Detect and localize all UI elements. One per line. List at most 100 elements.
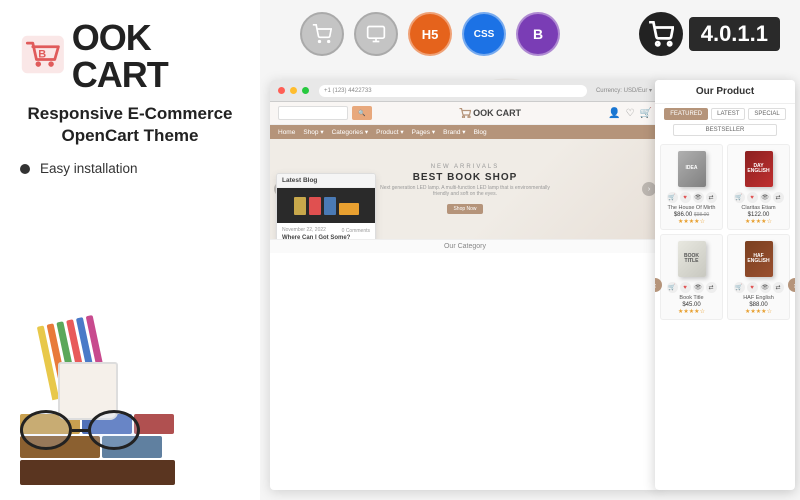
wishlist-icon-2[interactable]: ♥ xyxy=(747,192,758,203)
book-cover-3: BOOK TITLE xyxy=(678,241,706,277)
nav-pages[interactable]: Pages xyxy=(412,128,436,136)
product-actions-3: 🛒 ♥ 👁 ⇄ xyxy=(665,282,718,293)
product-panel: ‹ Our Product FEATURED LATEST SPECIAL BE… xyxy=(655,80,795,490)
nav-shop[interactable]: Shop xyxy=(303,128,323,136)
product-card-1: IDEA 🛒 ♥ 👁 ⇄ The House Of Mirth $86.00 $… xyxy=(660,144,723,230)
logo-area: B OOK CART xyxy=(20,15,240,93)
svg-text:B: B xyxy=(38,48,46,60)
blog-widget-header: Latest Blog xyxy=(277,174,375,188)
store-header: 🔍 OOK CART 👤 ♡ 🛒 xyxy=(270,102,660,125)
blog-post-title: Where Can I Got Some? xyxy=(282,235,370,239)
product-stars-4: ★★★★☆ xyxy=(732,308,785,315)
search-box[interactable] xyxy=(278,106,348,120)
blog-thumbnail xyxy=(277,188,375,223)
quickview-icon-1[interactable]: 👁 xyxy=(693,192,704,203)
top-icons-bar: H5 CSS B 4.0.1.1 xyxy=(300,12,780,56)
compare-icon-1[interactable]: ⇄ xyxy=(706,192,717,203)
product-name-2: Claritas Etiam xyxy=(732,205,785,211)
add-to-cart-icon-3[interactable]: 🛒 xyxy=(667,282,678,293)
cart-badge xyxy=(300,12,344,56)
product-name-1: The House Of Mirth xyxy=(665,205,718,211)
css3-badge: CSS xyxy=(462,12,506,56)
compare-icon-4[interactable]: ⇄ xyxy=(773,282,784,293)
account-icon[interactable]: 👤 xyxy=(608,108,620,119)
tab-latest[interactable]: LATEST xyxy=(711,108,745,120)
tab-featured[interactable]: FEATURED xyxy=(664,108,708,120)
blog-content: November 22, 2022 0 Comments Where Can I… xyxy=(277,223,375,239)
nav-home[interactable]: Home xyxy=(278,129,295,136)
glasses xyxy=(20,410,140,450)
blog-date: November 22, 2022 xyxy=(282,227,326,233)
hero-text-block: New Arrivals BEST BOOK SHOP Next generat… xyxy=(380,164,550,215)
tab-special[interactable]: SPECIAL xyxy=(748,108,785,120)
version-area: 4.0.1.1 xyxy=(639,12,780,56)
store-search-area: 🔍 xyxy=(278,106,372,120)
product-img-1: IDEA xyxy=(665,149,718,189)
left-panel: B OOK CART Responsive E-Commerce OpenCar… xyxy=(0,0,260,500)
product-stars-3: ★★★★☆ xyxy=(665,308,718,315)
book-cover-4: HAF ENGLISH xyxy=(745,241,773,277)
book-cover-1: IDEA xyxy=(678,151,706,187)
screen-badge xyxy=(354,12,398,56)
quickview-icon-4[interactable]: 👁 xyxy=(760,282,771,293)
tagline: Responsive E-Commerce OpenCart Theme xyxy=(20,103,240,147)
wishlist-icon[interactable]: ♡ xyxy=(626,108,635,119)
compare-icon-2[interactable]: ⇄ xyxy=(773,192,784,203)
minimize-dot xyxy=(290,87,297,94)
close-dot xyxy=(278,87,285,94)
product-img-4: HAF ENGLISH xyxy=(732,239,785,279)
nav-product[interactable]: Product xyxy=(376,128,403,136)
feature-item-easy-install: Easy installation xyxy=(20,161,240,176)
nav-brand[interactable]: Brand xyxy=(443,128,465,136)
product-img-2: DAY ENGLISH xyxy=(732,149,785,189)
compare-icon-3[interactable]: ⇄ xyxy=(706,282,717,293)
blog-apple xyxy=(339,203,359,215)
wishlist-icon-1[interactable]: ♥ xyxy=(680,192,691,203)
right-panel: 10 xyxy=(260,0,800,500)
cart-header-icon[interactable]: 🛒 xyxy=(640,108,652,119)
product-name-4: HAF English xyxy=(732,295,785,301)
tab-bestseller[interactable]: BESTSELLER xyxy=(673,124,777,136)
wishlist-icon-4[interactable]: ♥ xyxy=(747,282,758,293)
shop-now-button[interactable]: Shop Now xyxy=(447,204,482,214)
hero-title: BEST BOOK SHOP xyxy=(380,172,550,183)
product-tabs: FEATURED LATEST SPECIAL xyxy=(655,104,795,124)
hero-subtitle: New Arrivals xyxy=(380,164,550,170)
browser-mockup: +1 (123) 4422733 Currency: USD/Eur ▾ 🔍 O… xyxy=(270,80,660,490)
nav-blog[interactable]: Blog xyxy=(474,129,487,136)
blog-widget: Latest Blog November 22, 2022 xyxy=(276,173,376,239)
product-card-3: BOOK TITLE 🛒 ♥ 👁 ⇄ Book Title $45.00 ★★★… xyxy=(660,234,723,320)
products-grid: IDEA 🛒 ♥ 👁 ⇄ The House Of Mirth $86.00 $… xyxy=(655,140,795,324)
hero-banner: ‹ New Arrivals BEST BOOK SHOP Next gener… xyxy=(270,139,660,239)
main-container: B OOK CART Responsive E-Commerce OpenCar… xyxy=(0,0,800,500)
bootstrap-badge: B xyxy=(516,12,560,56)
add-to-cart-icon-1[interactable]: 🛒 xyxy=(667,192,678,203)
product-tab-row2: BESTSELLER xyxy=(655,124,795,140)
currency-selector: Currency: USD/Eur ▾ xyxy=(596,87,652,94)
search-button[interactable]: 🔍 xyxy=(352,106,372,120)
blog-book-3 xyxy=(324,197,336,215)
product-actions-2: 🛒 ♥ 👁 ⇄ xyxy=(732,192,785,203)
product-actions-1: 🛒 ♥ 👁 ⇄ xyxy=(665,192,718,203)
quickview-icon-3[interactable]: 👁 xyxy=(693,282,704,293)
product-img-3: BOOK TITLE xyxy=(665,239,718,279)
book-cover-2: DAY ENGLISH xyxy=(745,151,773,187)
hero-next-button[interactable]: › xyxy=(642,182,656,196)
product-stars-2: ★★★★☆ xyxy=(732,218,785,225)
feature-list: Easy installation xyxy=(20,161,240,180)
add-to-cart-icon-4[interactable]: 🛒 xyxy=(734,282,745,293)
product-panel-next[interactable]: › xyxy=(788,278,795,292)
hero-description: Next generation LED lamp. A multi-functi… xyxy=(380,185,550,197)
nav-categories[interactable]: Categories xyxy=(332,128,369,136)
stationery-image xyxy=(20,295,230,485)
blog-book-1 xyxy=(294,197,306,215)
quickview-icon-2[interactable]: 👁 xyxy=(760,192,771,203)
browser-bar: +1 (123) 4422733 Currency: USD/Eur ▾ xyxy=(270,80,660,102)
wishlist-icon-3[interactable]: ♥ xyxy=(680,282,691,293)
cart-logo-icon: B xyxy=(20,32,66,77)
add-to-cart-icon-2[interactable]: 🛒 xyxy=(734,192,745,203)
maximize-dot xyxy=(302,87,309,94)
product-stars-1: ★★★★☆ xyxy=(665,218,718,225)
tech-badges: H5 CSS B xyxy=(300,12,560,56)
product-card-4: HAF ENGLISH 🛒 ♥ 👁 ⇄ HAF English $88.00 ★… xyxy=(727,234,790,320)
